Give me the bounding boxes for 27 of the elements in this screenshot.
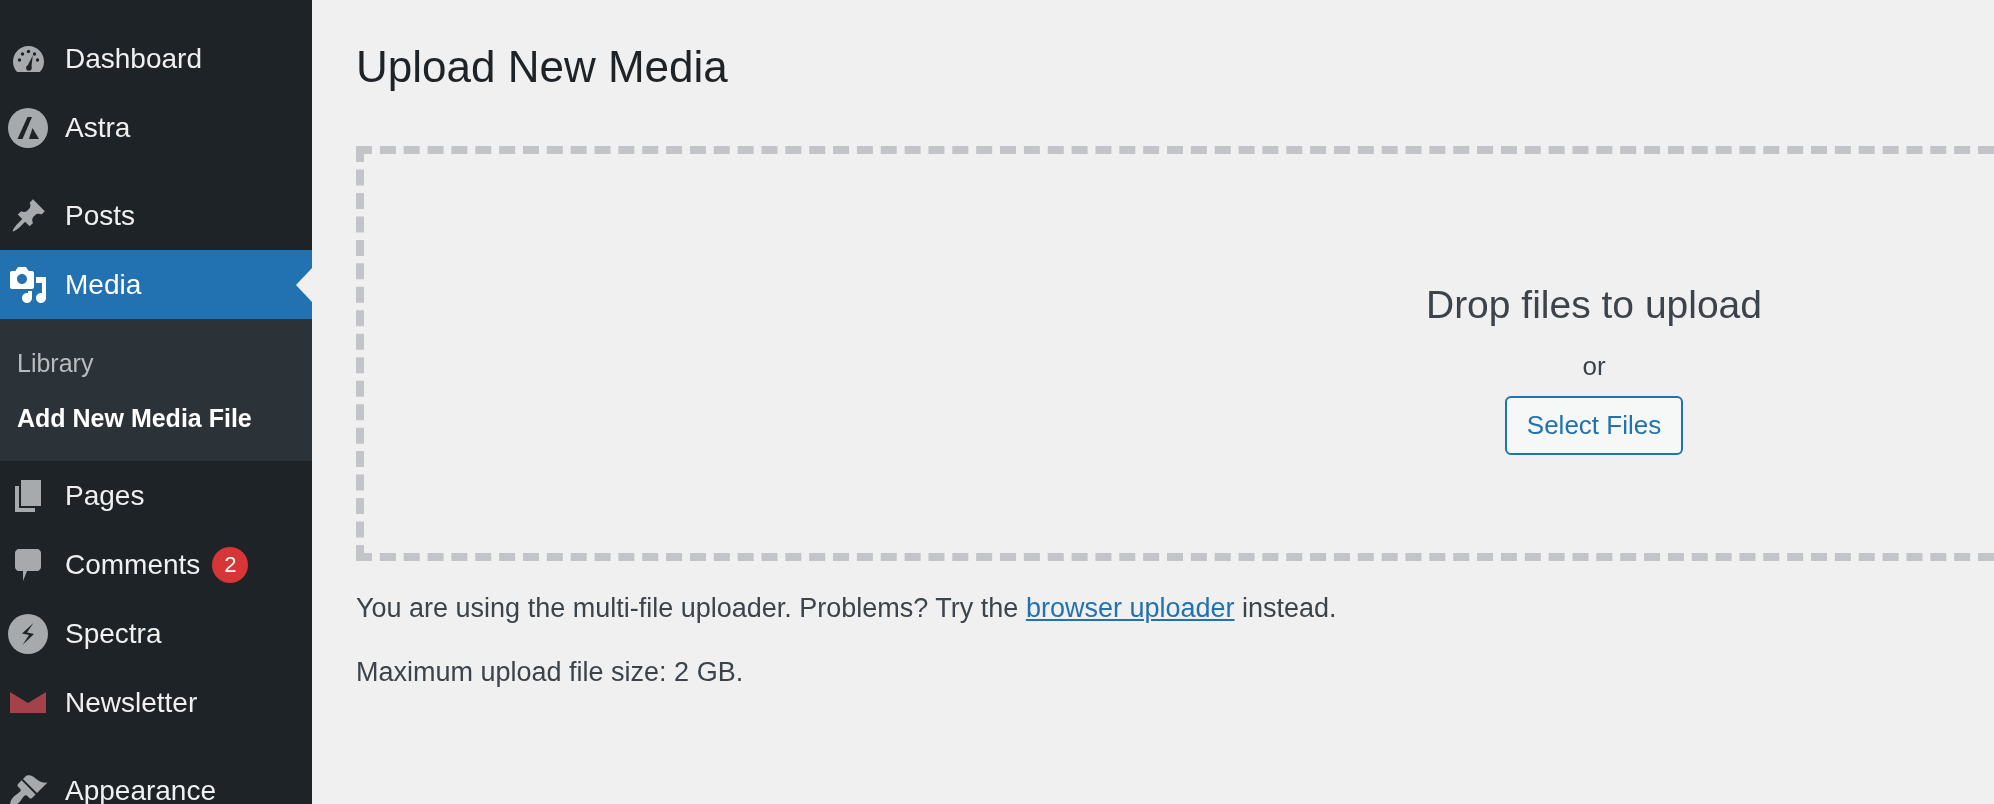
camera-music-icon [10,266,46,303]
menu-item[interactable]: Spectra [0,599,312,668]
envelope-icon [10,692,46,713]
menu-item[interactable]: Pages [0,461,312,530]
or-label: or [1582,350,1606,382]
menu-item[interactable]: Newsletter [0,668,312,737]
menu-item[interactable]: Comments 2 [0,530,312,599]
pushpin-icon [11,198,45,233]
gauge-icon [12,45,44,72]
menu-item[interactable]: Astra [0,93,312,162]
menu-item[interactable]: Posts [0,181,312,250]
upload-note: Maximum upload file size: 2 GB. [356,656,745,689]
drop-heading: Drop files to upload [1425,282,1762,328]
submenu-item[interactable]: Add New Media File [0,394,312,442]
menu-item[interactable]: Media [0,250,312,319]
upload-note: You are using the multi-file uploader. Problems? Try the browser uploader instead. [356,592,1338,625]
select-files-button[interactable]: Select Files [1504,396,1684,455]
count-badge: 2 [212,546,249,583]
submenu-item[interactable]: Library [0,339,312,387]
menu-item[interactable]: Dashboard [0,24,312,93]
lightning-disc-icon [8,613,48,654]
disc-logo-icon [8,107,48,148]
speech-bubble-icon [15,548,41,581]
browser-uploader-link[interactable]: browser uploader [1025,593,1235,623]
stacked-pages-icon [15,479,41,512]
paintbrush-icon [9,775,47,804]
page-title: Upload New Media [356,42,729,92]
